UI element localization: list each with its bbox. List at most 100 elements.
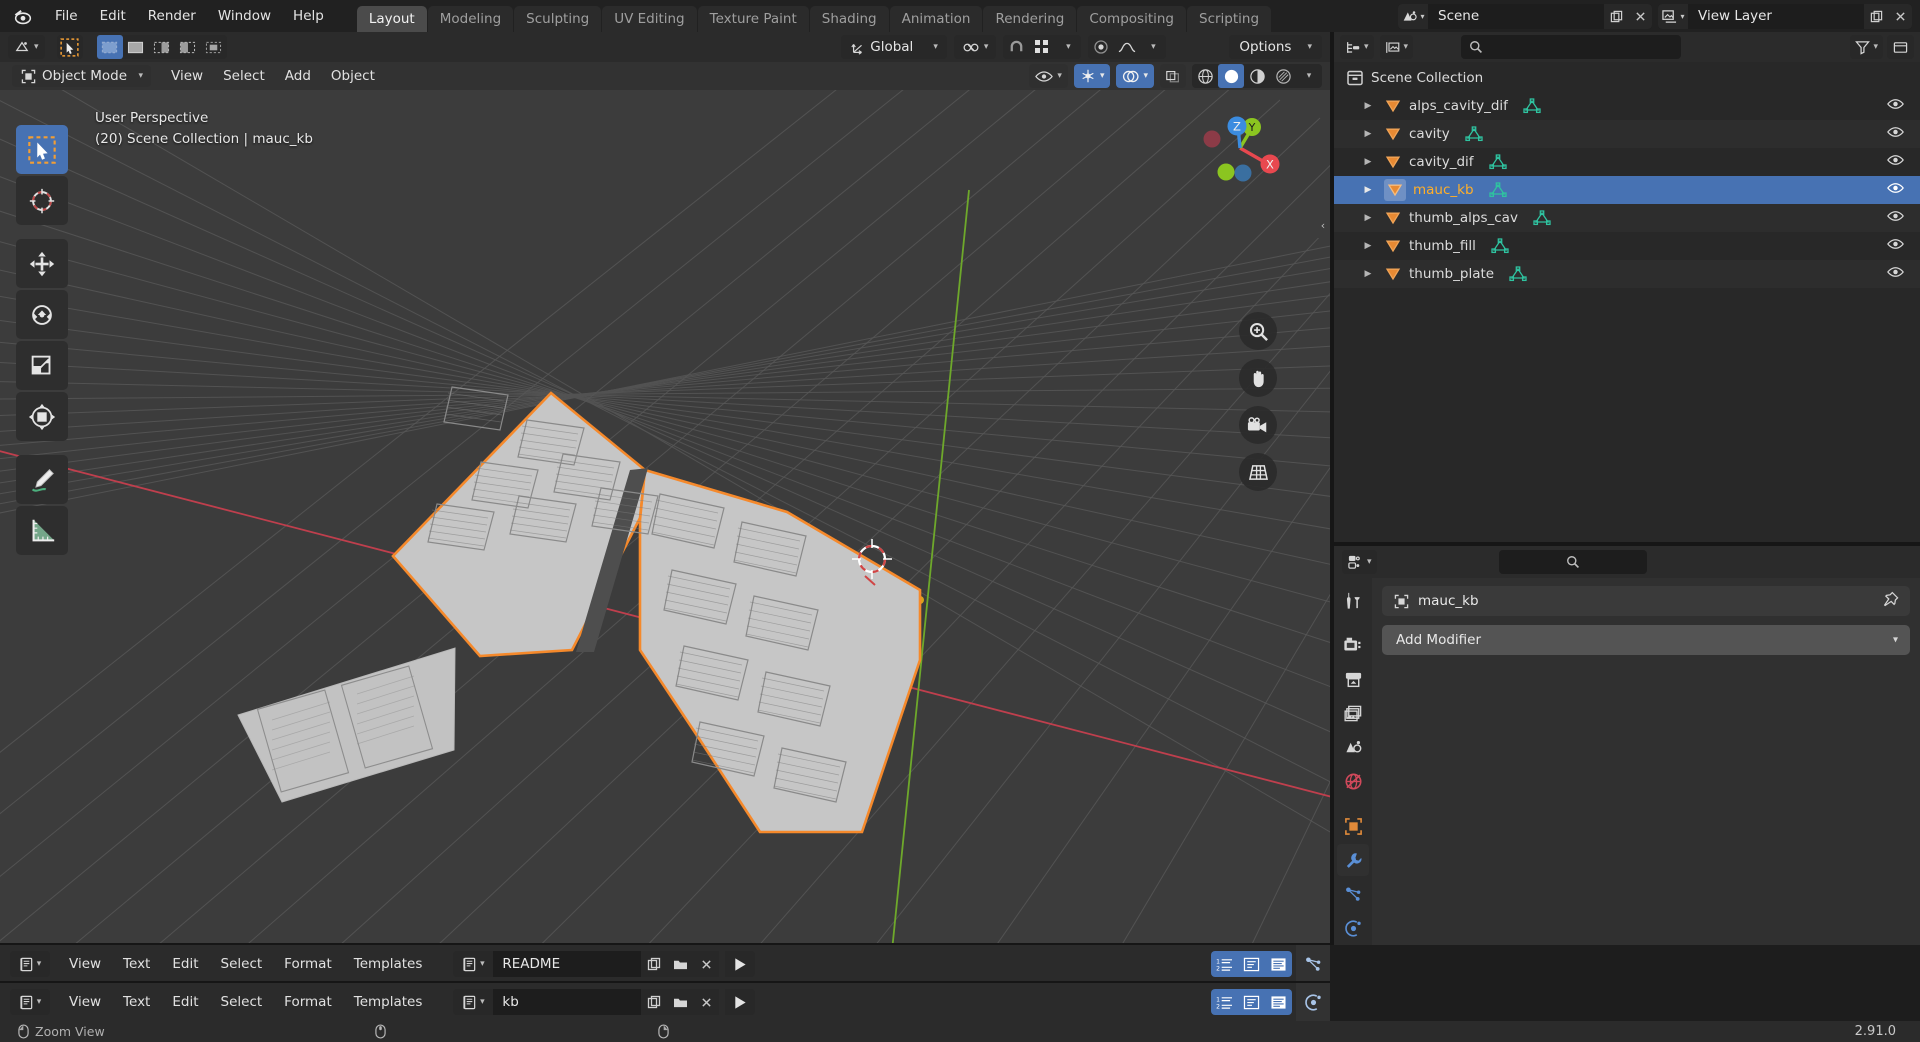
outliner-row-cavity-dif[interactable]: ▶ cavity_dif: [1334, 148, 1920, 176]
editor-type-selector[interactable]: ▾: [10, 989, 50, 1015]
shading-chevron-icon[interactable]: ▾: [1296, 64, 1322, 88]
camera-view-icon[interactable]: [1239, 406, 1277, 444]
set-select-icon[interactable]: [96, 35, 123, 59]
tab-shading[interactable]: Shading: [809, 6, 889, 32]
text-menu-templates[interactable]: Templates: [343, 990, 434, 1014]
move-tool-button[interactable]: [16, 239, 68, 288]
scene-icon[interactable]: ▾: [1398, 3, 1428, 29]
intersect-select-icon[interactable]: [201, 35, 227, 59]
prop-tab-output[interactable]: [1337, 663, 1369, 695]
mesh-data-icon[interactable]: [1464, 126, 1484, 142]
scene-selector[interactable]: ▾ Scene: [1398, 3, 1652, 29]
tab-uv-editing[interactable]: UV Editing: [602, 6, 697, 32]
new-text-icon[interactable]: [641, 989, 668, 1015]
outliner-display-mode-icon[interactable]: ▾: [1340, 35, 1374, 59]
navigation-gizmo[interactable]: Y Z X: [1198, 106, 1282, 190]
shading-mode-group[interactable]: ▾: [1192, 64, 1322, 88]
xray-toggle-icon[interactable]: [1160, 64, 1186, 88]
mesh-data-icon[interactable]: [1532, 210, 1552, 226]
text-filename-field[interactable]: README: [493, 951, 642, 977]
mesh-data-icon[interactable]: [1488, 154, 1508, 170]
viewport-menu-object[interactable]: Object: [321, 65, 385, 87]
proportional-edit-icon[interactable]: [1088, 35, 1114, 59]
outliner-scene-collection-row[interactable]: Scene Collection: [1334, 64, 1920, 92]
invert-select-icon[interactable]: [175, 35, 201, 59]
tab-layout[interactable]: Layout: [356, 6, 427, 32]
pan-hand-icon[interactable]: [1239, 359, 1277, 397]
editor-type-selector[interactable]: ▾: [10, 951, 50, 977]
text-menu-format[interactable]: Format: [273, 990, 343, 1014]
select-mode-group[interactable]: [96, 35, 227, 59]
new-scene-icon[interactable]: [1604, 3, 1628, 29]
tab-compositing[interactable]: Compositing: [1077, 6, 1186, 32]
unlink-x-icon[interactable]: [693, 951, 720, 977]
text-menu-edit[interactable]: Edit: [161, 952, 209, 976]
tab-scripting[interactable]: Scripting: [1187, 6, 1272, 32]
text-datablock-icon[interactable]: ▾: [453, 951, 494, 977]
viewport-menu-select[interactable]: Select: [213, 65, 275, 87]
editor-type-selector[interactable]: ▾: [8, 35, 45, 59]
snap-dropdown-chevron-icon[interactable]: ▾: [1055, 35, 1081, 59]
menu-window[interactable]: Window: [207, 4, 282, 28]
visibility-eye-icon[interactable]: [1887, 126, 1904, 143]
breadcrumb[interactable]: mauc_kb: [1382, 586, 1910, 616]
overlays-icon[interactable]: ▾: [1116, 64, 1154, 88]
particles-icon[interactable]: [1296, 945, 1330, 983]
add-modifier-button[interactable]: Add Modifier ▾: [1382, 625, 1910, 655]
text-menu-templates[interactable]: Templates: [343, 952, 434, 976]
snapping-group[interactable]: ▾: [1003, 35, 1082, 59]
new-text-icon[interactable]: [641, 951, 668, 977]
filter-id-icon[interactable]: ▾: [1379, 35, 1414, 59]
remove-viewlayer-icon[interactable]: [1888, 3, 1912, 29]
tweak-select-icon[interactable]: [57, 35, 83, 59]
mesh-data-icon[interactable]: [1508, 266, 1528, 282]
disclosure-triangle-icon[interactable]: ▶: [1362, 101, 1374, 111]
word-wrap-icon[interactable]: [1238, 989, 1265, 1015]
text-menu-text[interactable]: Text: [112, 952, 161, 976]
visibility-eye-icon[interactable]: [1887, 182, 1904, 199]
viewport-menu-view[interactable]: View: [161, 65, 213, 87]
vertical-divider[interactable]: [1330, 32, 1334, 945]
disclosure-triangle-icon[interactable]: ▶: [1362, 241, 1374, 251]
physics-orbit-icon[interactable]: [1296, 983, 1330, 1021]
shading-rendered-icon[interactable]: [1270, 64, 1296, 88]
properties-editor-icon[interactable]: ▾: [1342, 550, 1377, 574]
visibility-eye-icon[interactable]: [1887, 210, 1904, 227]
properties-editor[interactable]: ▾ mauc_kb Add Modifier ▾: [1334, 546, 1920, 945]
disclosure-triangle-icon[interactable]: ▶: [1362, 129, 1374, 139]
tab-sculpting[interactable]: Sculpting: [514, 6, 602, 32]
text-datablock-icon[interactable]: ▾: [453, 989, 494, 1015]
prop-tab-modifiers[interactable]: [1337, 844, 1369, 876]
shading-solid-icon[interactable]: [1218, 64, 1244, 88]
menu-render[interactable]: Render: [137, 4, 207, 28]
pivot-point-selector[interactable]: ▾: [953, 35, 997, 59]
line-numbers-icon[interactable]: 12: [1211, 989, 1238, 1015]
extend-select-icon[interactable]: [123, 35, 149, 59]
measure-tool-button[interactable]: [16, 506, 68, 555]
prop-tab-world[interactable]: [1337, 765, 1369, 797]
outliner-row-thumb-fill[interactable]: ▶ thumb_fill: [1334, 232, 1920, 260]
open-folder-icon[interactable]: [667, 951, 694, 977]
visibility-eye-icon[interactable]: ▾: [1029, 64, 1068, 88]
viewport-options-dropdown[interactable]: Options ▾: [1229, 35, 1322, 59]
prop-tab-physics[interactable]: [1337, 912, 1369, 944]
outliner-row-thumb-plate[interactable]: ▶ thumb_plate: [1334, 260, 1920, 288]
new-collection-icon[interactable]: [1887, 35, 1914, 59]
view-layer-name-field[interactable]: View Layer: [1688, 3, 1864, 29]
rotate-tool-button[interactable]: [16, 290, 68, 339]
viewlayer-selector[interactable]: ▾ View Layer: [1658, 3, 1912, 29]
pin-icon[interactable]: [1883, 591, 1899, 611]
cursor-tool-button[interactable]: [16, 176, 68, 225]
text-datablock-selector[interactable]: ▾ kb: [453, 989, 720, 1015]
shading-material-icon[interactable]: [1244, 64, 1270, 88]
menu-file[interactable]: File: [44, 4, 89, 28]
text-menu-select[interactable]: Select: [210, 990, 274, 1014]
proportional-falloff-icon[interactable]: [1114, 35, 1140, 59]
properties-search-input[interactable]: [1498, 550, 1647, 574]
visibility-eye-icon[interactable]: [1887, 98, 1904, 115]
falloff-chevron-icon[interactable]: ▾: [1140, 35, 1166, 59]
subtract-select-icon[interactable]: [149, 35, 175, 59]
tweak-tool-button[interactable]: [16, 125, 68, 174]
3d-viewport[interactable]: User Perspective (20) Scene Collection |…: [0, 90, 1330, 945]
tab-animation[interactable]: Animation: [889, 6, 983, 32]
